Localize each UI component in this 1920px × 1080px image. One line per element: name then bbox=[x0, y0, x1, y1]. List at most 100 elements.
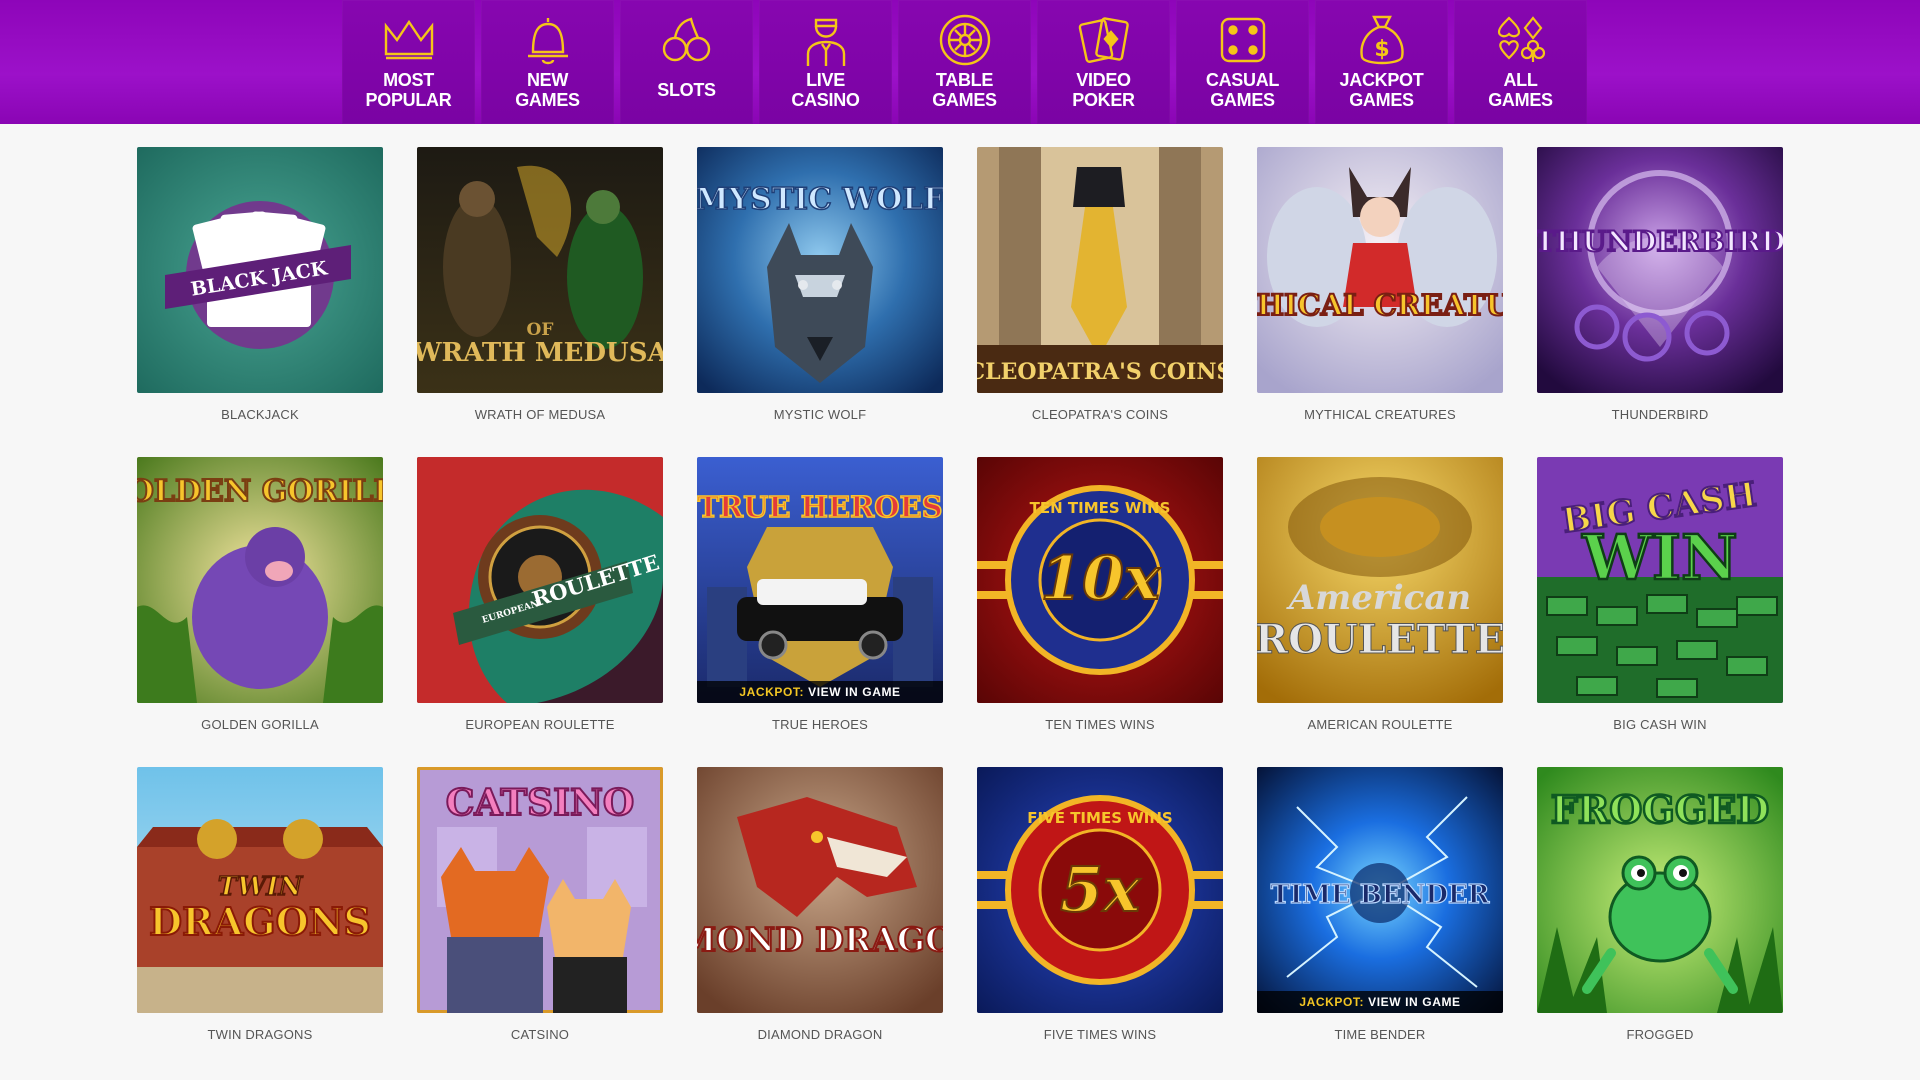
game-card-diamond-dragon[interactable]: DIAMOND DRAGON DIAMOND DRAGON bbox=[697, 767, 943, 1077]
game-card-ten-times-wins[interactable]: TEN TIMES WINS 10x TEN TIMES WINS bbox=[977, 457, 1223, 767]
game-name[interactable]: TRUE HEROES bbox=[697, 717, 943, 732]
game-thumbnail[interactable]: EUROPEAN ROULETTE bbox=[417, 457, 663, 703]
game-card-mythical-creatures[interactable]: MYTHICAL CREATURES MYTHICAL CREATURES bbox=[1257, 147, 1503, 457]
nav-table-games[interactable]: TABLE GAMES bbox=[895, 0, 1034, 124]
nav-live-casino[interactable]: LIVE CASINO bbox=[756, 0, 895, 124]
nav-label: CASUAL GAMES bbox=[1205, 70, 1280, 110]
nav-label: ALL GAMES bbox=[1488, 70, 1553, 110]
jackpot-banner: JACKPOT: VIEW IN GAME bbox=[697, 681, 943, 703]
game-art-title: FROGGED bbox=[1551, 787, 1769, 832]
game-art-title: 10x bbox=[1040, 544, 1160, 614]
bell-icon bbox=[520, 12, 576, 68]
jackpot-label: JACKPOT: bbox=[1299, 995, 1365, 1009]
game-art-title: TIME BENDER bbox=[1271, 880, 1490, 910]
game-card-mystic-wolf[interactable]: MYSTIC WOLF MYSTIC WOLF bbox=[697, 147, 943, 457]
game-art-title: WRATH MEDUSA bbox=[417, 338, 663, 368]
nav-label: LIVE CASINO bbox=[791, 70, 860, 110]
game-name[interactable]: BIG CASH WIN bbox=[1537, 717, 1783, 732]
game-art-title: THUNDERBIRD bbox=[1537, 225, 1783, 258]
money-bag-icon: $ bbox=[1354, 12, 1410, 68]
game-thumbnail[interactable]: MYSTIC WOLF bbox=[697, 147, 943, 393]
game-card-five-times-wins[interactable]: FIVE TIMES WINS 5x FIVE TIMES WINS bbox=[977, 767, 1223, 1077]
game-thumbnail[interactable]: THUNDERBIRD bbox=[1537, 147, 1783, 393]
nav-slots[interactable]: SLOTS bbox=[617, 0, 756, 124]
game-thumbnail[interactable]: American ROULETTE bbox=[1257, 457, 1503, 703]
game-thumbnail[interactable]: TWIN DRAGONS bbox=[137, 767, 383, 1013]
game-card-blackjack[interactable]: BLACK JACK BLACKJACK bbox=[137, 147, 383, 457]
game-card-catsino[interactable]: CATSINO CATSINO bbox=[417, 767, 663, 1077]
game-art-title: GOLDEN GORILLA bbox=[137, 474, 383, 509]
game-thumbnail[interactable]: MYTHICAL CREATURES bbox=[1257, 147, 1503, 393]
nav-label: NEW GAMES bbox=[515, 70, 580, 110]
jackpot-value: VIEW IN GAME bbox=[1368, 995, 1461, 1009]
game-thumbnail[interactable]: TRUE HEROES JACKPOT: VIEW IN GAME bbox=[697, 457, 943, 703]
game-name[interactable]: MYSTIC WOLF bbox=[697, 407, 943, 422]
game-thumbnail[interactable]: FROGGED bbox=[1537, 767, 1783, 1013]
game-art-title: WIN bbox=[1581, 521, 1737, 594]
game-name[interactable]: EUROPEAN ROULETTE bbox=[417, 717, 663, 732]
game-card-big-cash-win[interactable]: BIG CASH WIN BIG CASH WIN bbox=[1537, 457, 1783, 767]
game-art-title: MYSTIC WOLF bbox=[697, 182, 943, 217]
game-name[interactable]: CATSINO bbox=[417, 1027, 663, 1042]
game-thumbnail[interactable]: OF WRATH MEDUSA bbox=[417, 147, 663, 393]
nav-label: JACKPOT GAMES bbox=[1339, 70, 1424, 110]
game-name[interactable]: THUNDERBIRD bbox=[1537, 407, 1783, 422]
game-name[interactable]: FIVE TIMES WINS bbox=[977, 1027, 1223, 1042]
game-card-european-roulette[interactable]: EUROPEAN ROULETTE EUROPEAN ROULETTE bbox=[417, 457, 663, 767]
game-name[interactable]: WRATH OF MEDUSA bbox=[417, 407, 663, 422]
game-thumbnail[interactable]: CLEOPATRA'S COINS bbox=[977, 147, 1223, 393]
game-name[interactable]: AMERICAN ROULETTE bbox=[1257, 717, 1503, 732]
game-art-title: MYTHICAL CREATURES bbox=[1257, 288, 1503, 322]
nav-video-poker[interactable]: VIDEO POKER bbox=[1034, 0, 1173, 124]
game-name[interactable]: CLEOPATRA'S COINS bbox=[977, 407, 1223, 422]
game-card-true-heroes[interactable]: TRUE HEROES JACKPOT: VIEW IN GAME TRUE H… bbox=[697, 457, 943, 767]
nav-casual-games[interactable]: CASUAL GAMES bbox=[1173, 0, 1312, 124]
game-card-frogged[interactable]: FROGGED FROGGED bbox=[1537, 767, 1783, 1077]
games-grid: BLACK JACK BLACKJACK OF WRATH MEDUSA WRA… bbox=[137, 147, 1783, 1077]
game-art-title: CLEOPATRA'S COINS bbox=[977, 359, 1223, 385]
game-card-thunderbird[interactable]: THUNDERBIRD THUNDERBIRD bbox=[1537, 147, 1783, 457]
game-art-title: TRUE HEROES bbox=[697, 490, 942, 524]
game-name[interactable]: DIAMOND DRAGON bbox=[697, 1027, 943, 1042]
nav-new-games[interactable]: NEW GAMES bbox=[478, 0, 617, 124]
game-card-american-roulette[interactable]: American ROULETTE AMERICAN ROULETTE bbox=[1257, 457, 1503, 767]
game-art-subtitle: TWIN bbox=[218, 872, 304, 902]
game-thumbnail[interactable]: CATSINO bbox=[417, 767, 663, 1013]
game-card-wrath-of-medusa[interactable]: OF WRATH MEDUSA WRATH OF MEDUSA bbox=[417, 147, 663, 457]
game-thumbnail[interactable]: FIVE TIMES WINS 5x bbox=[977, 767, 1223, 1013]
game-card-golden-gorilla[interactable]: GOLDEN GORILLA GOLDEN GORILLA bbox=[137, 457, 383, 767]
nav-label: MOST POPULAR bbox=[365, 70, 452, 110]
nav-jackpot-games[interactable]: $ JACKPOT GAMES bbox=[1312, 0, 1451, 124]
game-name[interactable]: TEN TIMES WINS bbox=[977, 717, 1223, 732]
jackpot-value: VIEW IN GAME bbox=[808, 685, 901, 699]
game-name[interactable]: FROGGED bbox=[1537, 1027, 1783, 1042]
game-card-twin-dragons[interactable]: TWIN DRAGONS TWIN DRAGONS bbox=[137, 767, 383, 1077]
game-thumbnail[interactable]: BLACK JACK bbox=[137, 147, 383, 393]
game-art-subtitle: American bbox=[1286, 578, 1471, 618]
game-name[interactable]: TIME BENDER bbox=[1257, 1027, 1503, 1042]
game-name[interactable]: BLACKJACK bbox=[137, 407, 383, 422]
game-card-cleopatras-coins[interactable]: CLEOPATRA'S COINS CLEOPATRA'S COINS bbox=[977, 147, 1223, 457]
game-name[interactable]: GOLDEN GORILLA bbox=[137, 717, 383, 732]
game-name[interactable]: MYTHICAL CREATURES bbox=[1257, 407, 1503, 422]
game-thumbnail[interactable]: BIG CASH WIN bbox=[1537, 457, 1783, 703]
game-thumbnail[interactable]: TIME BENDER JACKPOT: VIEW IN GAME bbox=[1257, 767, 1503, 1013]
nav-most-popular[interactable]: MOST POPULAR bbox=[339, 0, 478, 124]
game-thumbnail[interactable]: GOLDEN GORILLA bbox=[137, 457, 383, 703]
game-thumbnail[interactable]: DIAMOND DRAGON bbox=[697, 767, 943, 1013]
category-nav: MOST POPULAR NEW GAMES SLOTS LIVE CASINO… bbox=[339, 0, 1590, 124]
game-art-title: 5x bbox=[1060, 853, 1141, 926]
game-card-time-bender[interactable]: TIME BENDER JACKPOT: VIEW IN GAME TIME B… bbox=[1257, 767, 1503, 1077]
crown-icon bbox=[381, 12, 437, 68]
game-art-title: ROULETTE bbox=[1257, 616, 1503, 663]
dice-icon bbox=[1215, 12, 1271, 68]
category-nav-bar: MOST POPULAR NEW GAMES SLOTS LIVE CASINO… bbox=[0, 0, 1920, 124]
game-name[interactable]: TWIN DRAGONS bbox=[137, 1027, 383, 1042]
nav-label: VIDEO POKER bbox=[1072, 70, 1135, 110]
game-art-subtitle: OF bbox=[527, 320, 554, 340]
jackpot-label: JACKPOT: bbox=[739, 685, 805, 699]
game-thumbnail[interactable]: TEN TIMES WINS 10x bbox=[977, 457, 1223, 703]
dealer-icon bbox=[798, 12, 854, 68]
nav-all-games[interactable]: ALL GAMES bbox=[1451, 0, 1590, 124]
game-art-title: DIAMOND DRAGON bbox=[697, 920, 943, 959]
